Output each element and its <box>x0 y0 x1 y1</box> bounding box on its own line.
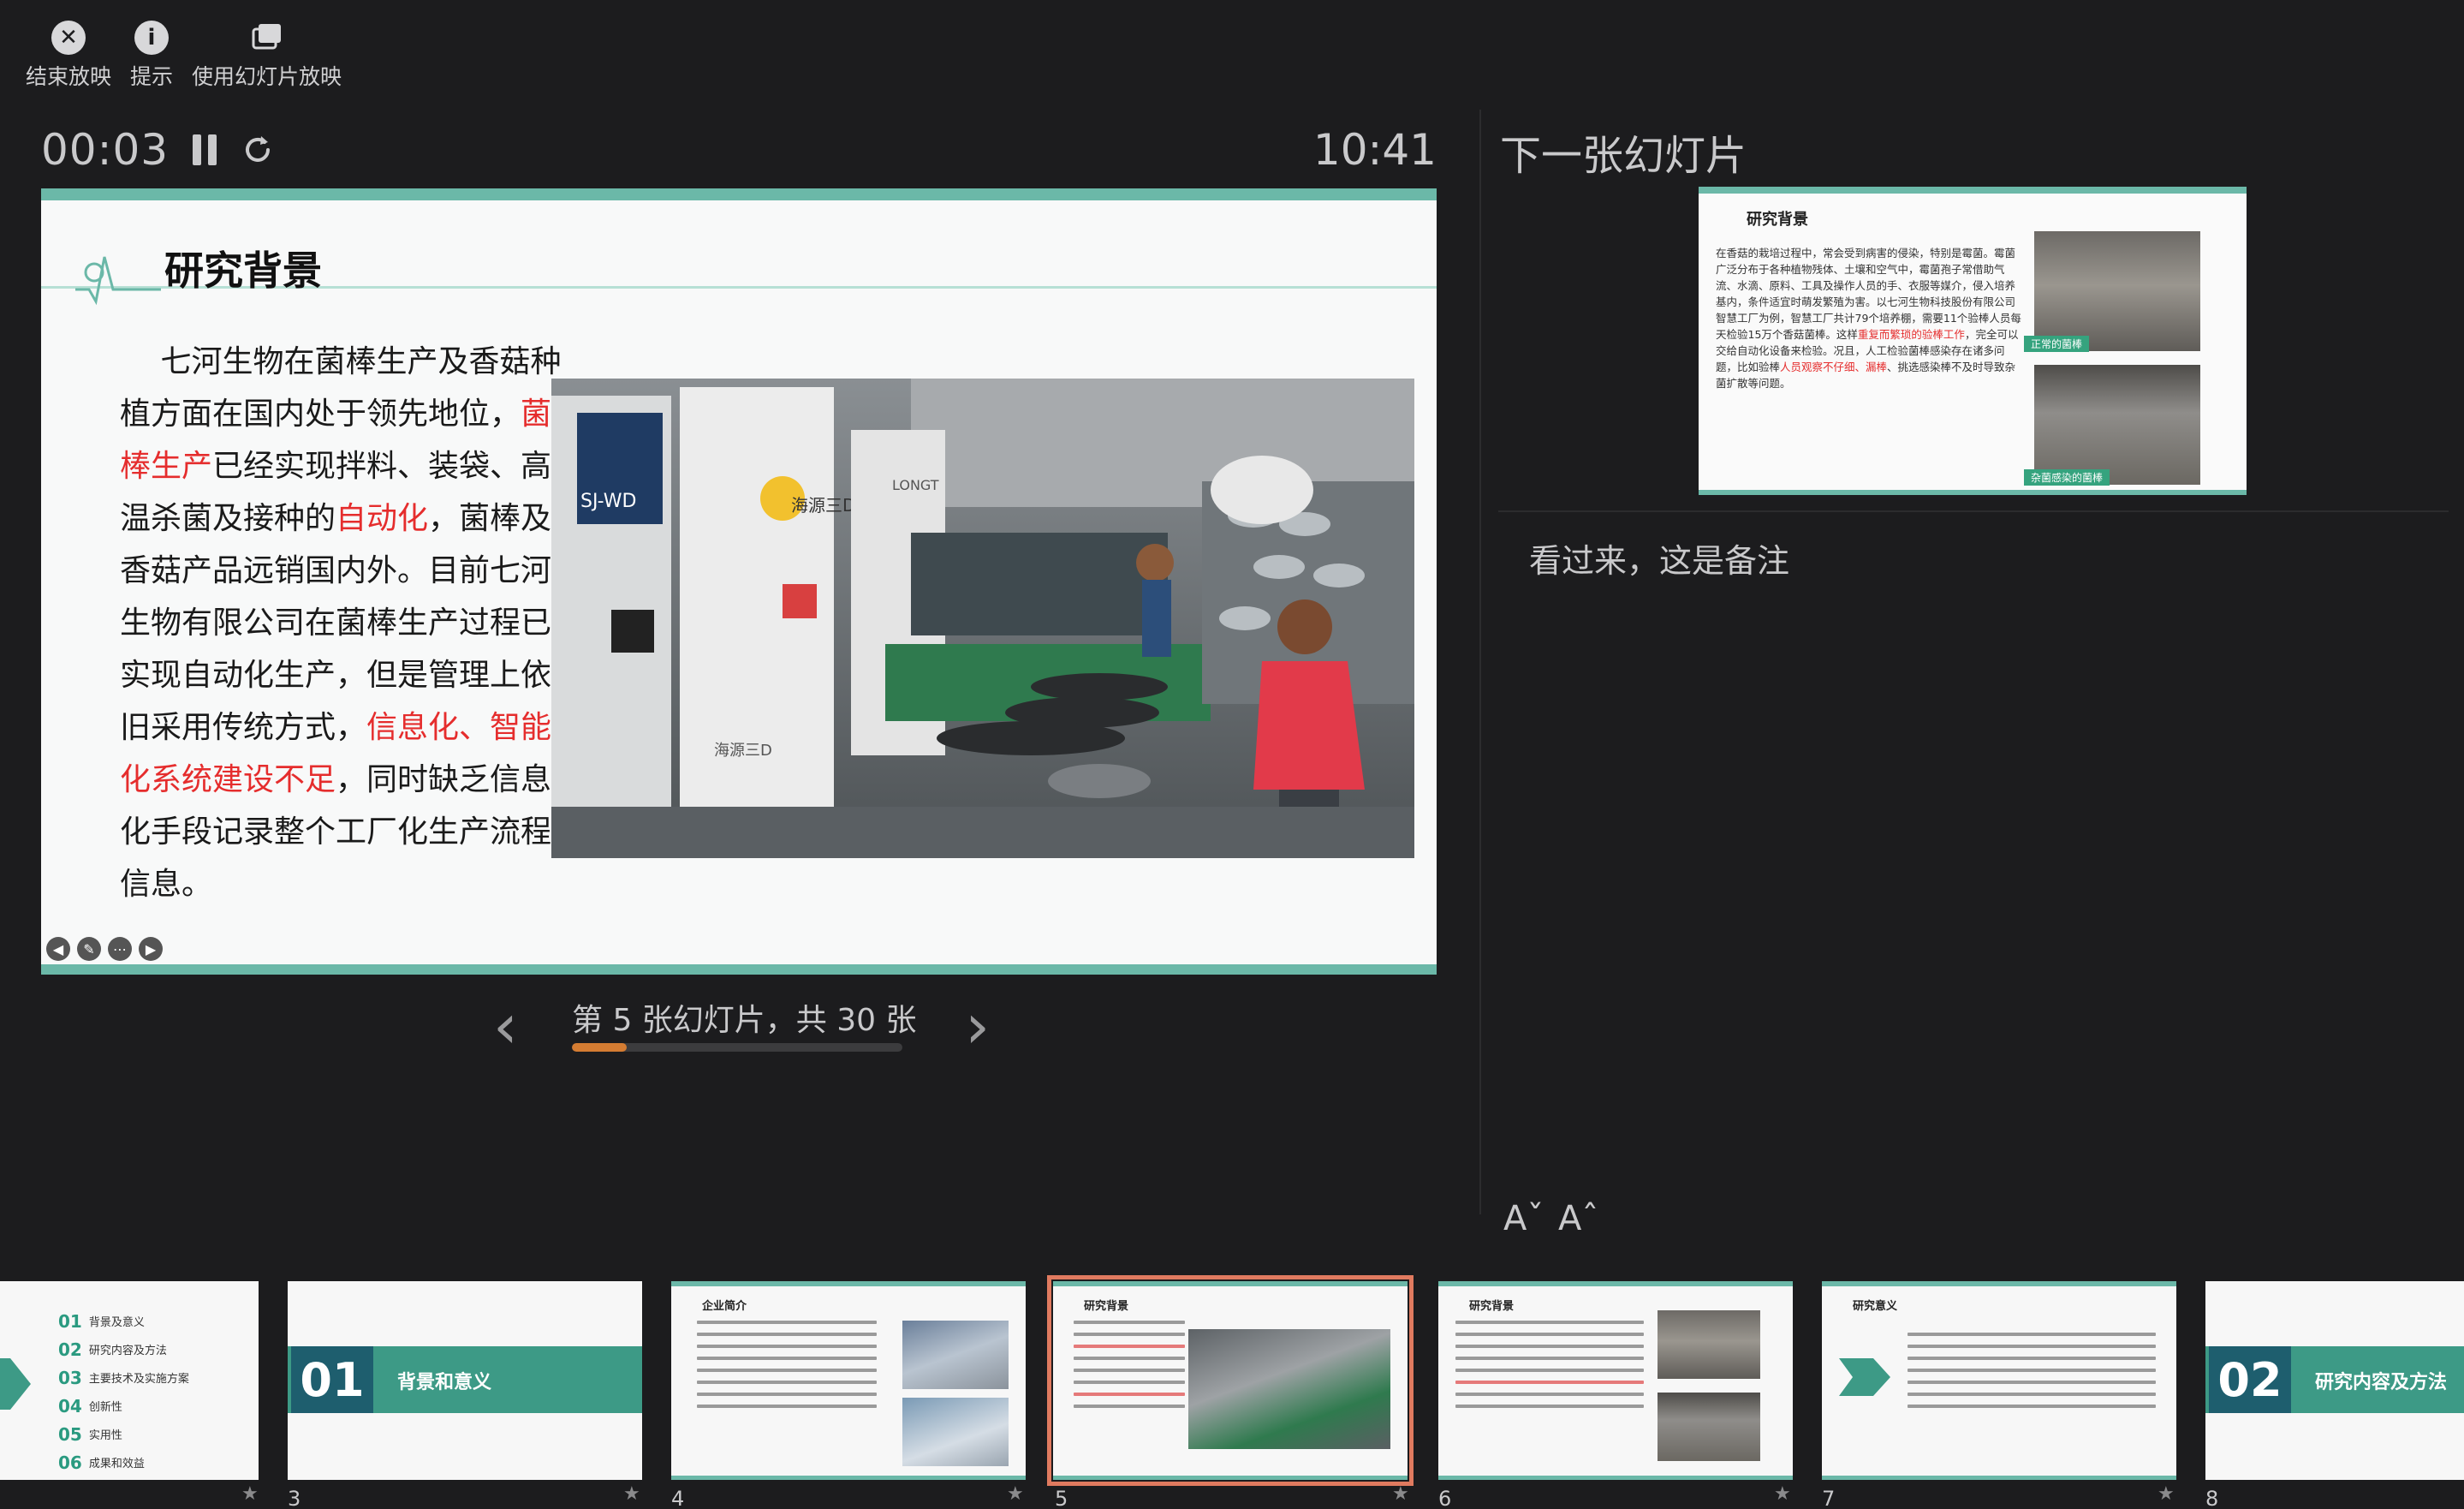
thumbnail-4[interactable]: 企业简介 <box>671 1281 1026 1480</box>
next-slide-title: 研究背景 <box>1747 211 1808 229</box>
timer-row: 00:03 10:41 <box>41 120 1437 180</box>
aerial-photo <box>902 1398 1009 1466</box>
decrease-font-button[interactable]: Aˇ <box>1503 1199 1544 1238</box>
toc-list: 01 背景及意义 02 研究内容及方法 03 主要技术及实施方案 04 创新性 05 实用… <box>58 1310 189 1473</box>
next-slide-text: 在香菇的栽培过程中，常会受到病害的侵染，特别是霉菌。霉菌广泛分布于各种植物残体、… <box>1716 247 2021 390</box>
normal-stick-caption: 正常的菌棒 <box>2024 336 2090 352</box>
factory-photo: SJ-WD 海源三D 海源三D LONGT <box>551 379 1414 858</box>
thumbnail-3[interactable]: 01 背景和意义 <box>288 1281 642 1480</box>
thumbnail-number: 5 <box>1055 1487 1068 1509</box>
next-slide-button[interactable]: › <box>965 995 990 1057</box>
slide-body-text: 七河生物在菌棒生产及香菇种植方面在国内处于领先地位，菌棒生产已经实现拌料、装袋、… <box>120 344 562 902</box>
slide-bottom-band <box>41 964 1437 975</box>
end-show-button[interactable]: ✕ 结束放映 <box>26 21 111 91</box>
elapsed-time: 00:03 <box>41 125 170 175</box>
infected-stick-caption: 杂菌感染的菌棒 <box>2024 469 2110 486</box>
thumbnail-7[interactable]: 研究意义 <box>1822 1281 2176 1480</box>
slides-stack-icon <box>250 21 284 55</box>
thumbnail-6[interactable]: 研究背景 <box>1438 1281 1793 1480</box>
photo-sign-1: SJ-WD <box>580 491 636 512</box>
normal-mushroom-stick-image <box>2034 231 2200 351</box>
thumbnail-number: 4 <box>671 1487 685 1509</box>
star-icon: ★ <box>1774 1483 1791 1505</box>
previous-slide-button[interactable]: ‹ <box>493 995 518 1057</box>
photo-sign-4: LONGT <box>892 477 939 493</box>
next-slide-label: 下一张幻灯片 <box>1500 132 1747 180</box>
notes-divider <box>1498 510 2449 512</box>
pause-button[interactable] <box>187 130 222 170</box>
thumbnail-number: 7 <box>1822 1487 1836 1509</box>
slide-nav-controls: ◀ ✎ ⋯ ▶ <box>46 937 163 961</box>
reset-timer-button[interactable] <box>241 130 275 170</box>
slide-counter: ‹ 第 5 张幻灯片，共 30 张 › <box>493 985 990 1079</box>
panel-divider <box>1479 110 1481 1214</box>
hint-label: 提示 <box>130 64 174 89</box>
slide-progress-fill <box>572 1043 628 1052</box>
star-icon: ★ <box>241 1483 259 1505</box>
more-icon[interactable]: ⋯ <box>108 937 132 961</box>
home-arrow-icon <box>1839 1358 1890 1396</box>
thumbnail-8[interactable]: 02 研究内容及方法 <box>2205 1281 2464 1480</box>
slide-progress-bar <box>572 1043 902 1052</box>
thumbnail-5[interactable]: 研究背景 <box>1047 1275 1414 1486</box>
slide-title: 研究背景 <box>164 248 322 294</box>
clock: 10:41 <box>1312 125 1437 175</box>
end-show-label: 结束放映 <box>26 64 112 89</box>
thumbnail-number: 3 <box>288 1487 301 1509</box>
increase-font-button[interactable]: Aˆ <box>1558 1199 1598 1238</box>
infected-mushroom-stick-image <box>2034 365 2200 485</box>
arrow-decor-icon <box>0 1358 31 1410</box>
close-circle-icon: ✕ <box>51 21 86 55</box>
thumbnail-number: 8 <box>2205 1487 2219 1509</box>
slide-counter-text: 第 5 张幻灯片，共 30 张 <box>572 1003 917 1038</box>
hint-button[interactable]: i 提示 <box>130 21 173 91</box>
star-icon: ★ <box>2157 1483 2175 1505</box>
thumbnail-toc[interactable]: 01 背景及意义 02 研究内容及方法 03 主要技术及实施方案 04 创新性 05 实用… <box>0 1281 259 1480</box>
info-icon: i <box>134 21 170 55</box>
next-slide-preview[interactable]: 研究背景 在香菇的栽培过程中，常会受到病害的侵染，特别是霉菌。霉菌广泛分布于各种… <box>1699 187 2247 495</box>
use-slideshow-label: 使用幻灯片放映 <box>192 64 342 89</box>
refresh-icon <box>246 136 271 162</box>
photo-sign-3: 海源三D <box>714 742 772 760</box>
thumbnail-number: 6 <box>1438 1487 1452 1509</box>
star-icon: ★ <box>623 1483 640 1505</box>
pause-icon <box>193 134 202 165</box>
slide-top-band <box>41 188 1437 200</box>
presenter-toolbar: ✕ 结束放映 i 提示 使用幻灯片放映 <box>26 21 342 91</box>
star-icon: ★ <box>1007 1483 1024 1505</box>
factory-thumb-photo <box>1188 1329 1390 1449</box>
pulse-decor-icon <box>75 256 161 306</box>
building-photo <box>902 1321 1009 1389</box>
speaker-notes[interactable]: 看过来，这是备注 <box>1529 534 1789 582</box>
next-slide-icon[interactable]: ▶ <box>139 937 163 961</box>
star-icon: ★ <box>1392 1483 1409 1505</box>
use-slideshow-button[interactable]: 使用幻灯片放映 <box>192 21 342 91</box>
photo-sign-2: 海源三D <box>791 495 855 516</box>
pen-icon[interactable]: ✎ <box>77 937 101 961</box>
slide-filmstrip: 01 背景及意义 02 研究内容及方法 03 主要技术及实施方案 04 创新性 05 实用… <box>0 1273 2464 1509</box>
prev-slide-icon[interactable]: ◀ <box>46 937 70 961</box>
current-slide[interactable]: 研究背景 七河生物在菌棒生产及香菇种植方面在国内处于领先地位，菌棒生产已经实现拌… <box>41 188 1437 975</box>
